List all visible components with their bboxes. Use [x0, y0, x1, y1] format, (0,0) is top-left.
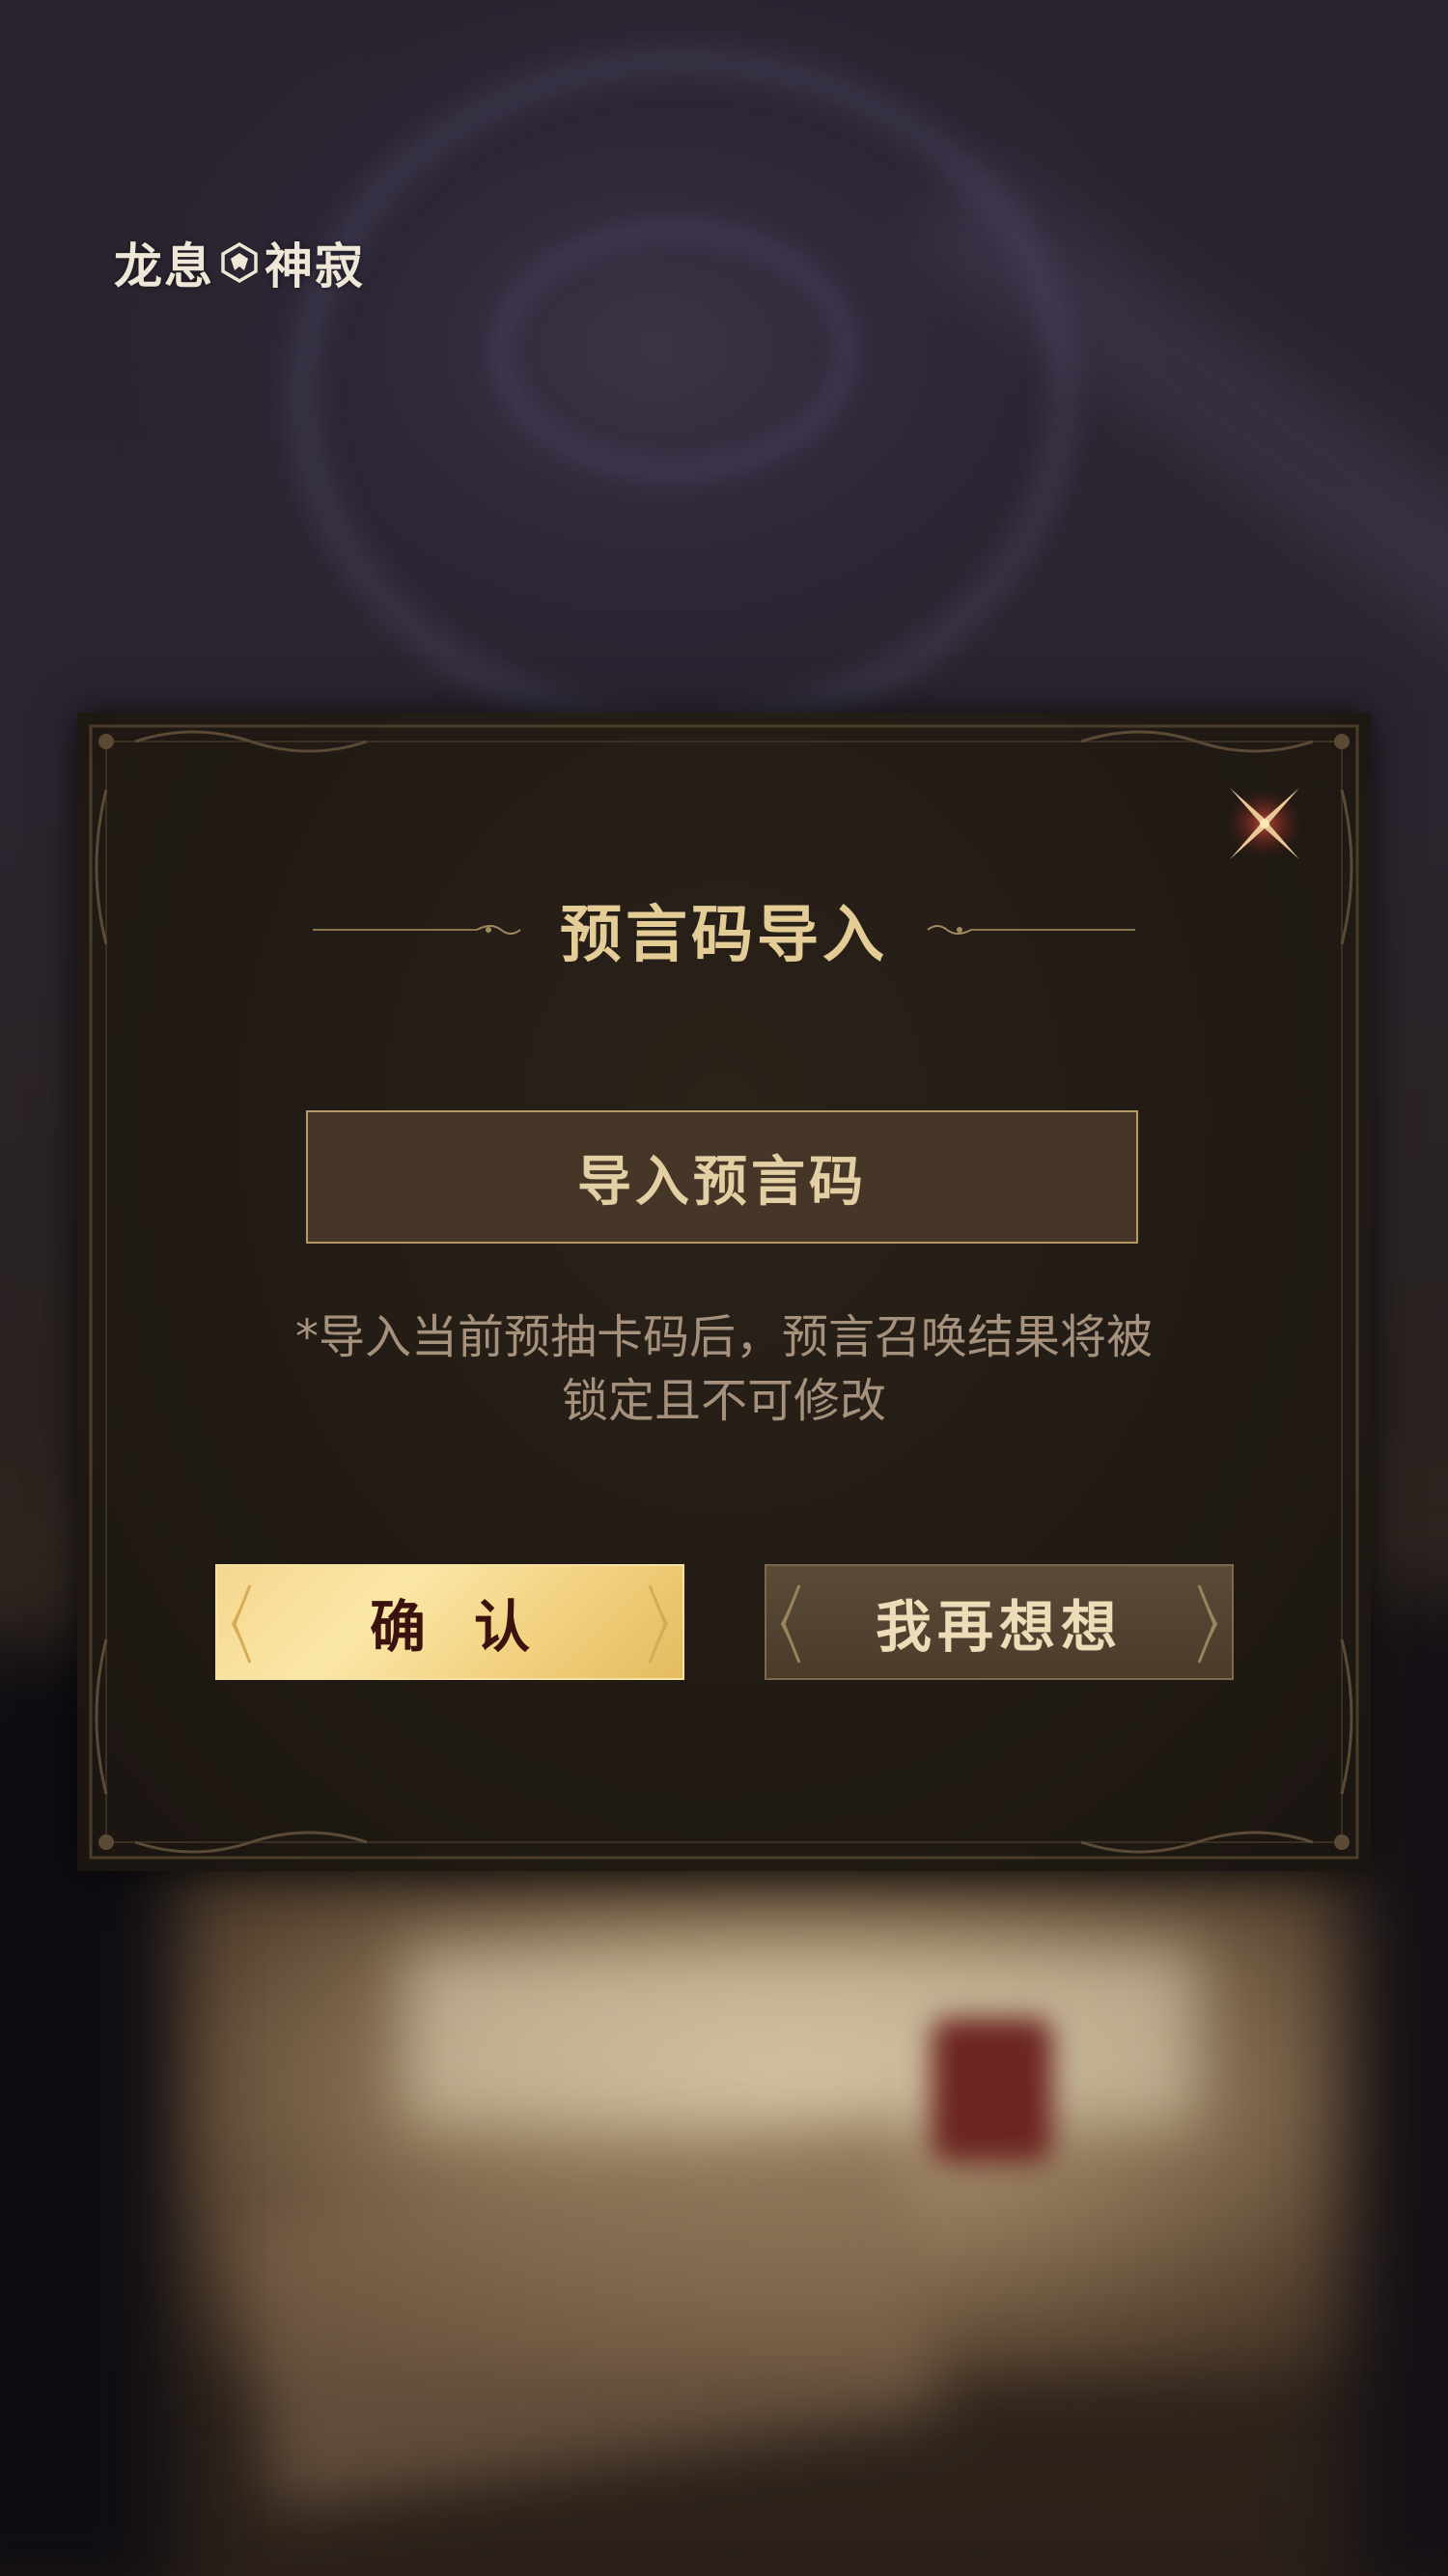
import-button-label: 导入预言码	[577, 1149, 867, 1214]
game-logo: 龙息 神寂	[114, 228, 365, 297]
background-wheel-inner	[492, 222, 855, 479]
close-button[interactable]	[1216, 780, 1313, 867]
import-prophecy-code-button[interactable]: 导入预言码	[306, 1110, 1138, 1244]
background-red-object	[932, 2018, 1052, 2163]
title-left-flourish-icon	[313, 924, 521, 935]
rethink-label: 我再想想	[875, 1594, 1123, 1660]
button-left-ornament-icon	[780, 1584, 801, 1664]
title-right-flourish-icon	[927, 924, 1135, 935]
close-x-icon	[1226, 788, 1303, 859]
logo-text-left: 龙息	[114, 238, 214, 294]
button-right-ornament-icon	[648, 1584, 669, 1664]
dialog-title-row: 预言码导入	[309, 883, 1139, 975]
background-table-light	[405, 1950, 1197, 2124]
button-right-ornament-icon	[1197, 1584, 1218, 1664]
logo-text-right: 神寂	[265, 238, 365, 294]
dragon-emblem-icon	[221, 241, 258, 284]
rethink-button[interactable]: 我再想想	[765, 1564, 1234, 1680]
button-left-ornament-icon	[231, 1584, 252, 1664]
confirm-label: 确认	[369, 1594, 578, 1660]
confirm-button[interactable]: 确认	[215, 1564, 684, 1680]
notice-line-2: 锁定且不可修改	[561, 1374, 886, 1428]
import-notice: *导入当前预抽卡码后，预言召唤结果将被 锁定且不可修改	[241, 1305, 1207, 1433]
notice-line-1: *导入当前预抽卡码后，预言召唤结果将被	[294, 1310, 1153, 1364]
dialog-title: 预言码导入	[560, 898, 888, 971]
